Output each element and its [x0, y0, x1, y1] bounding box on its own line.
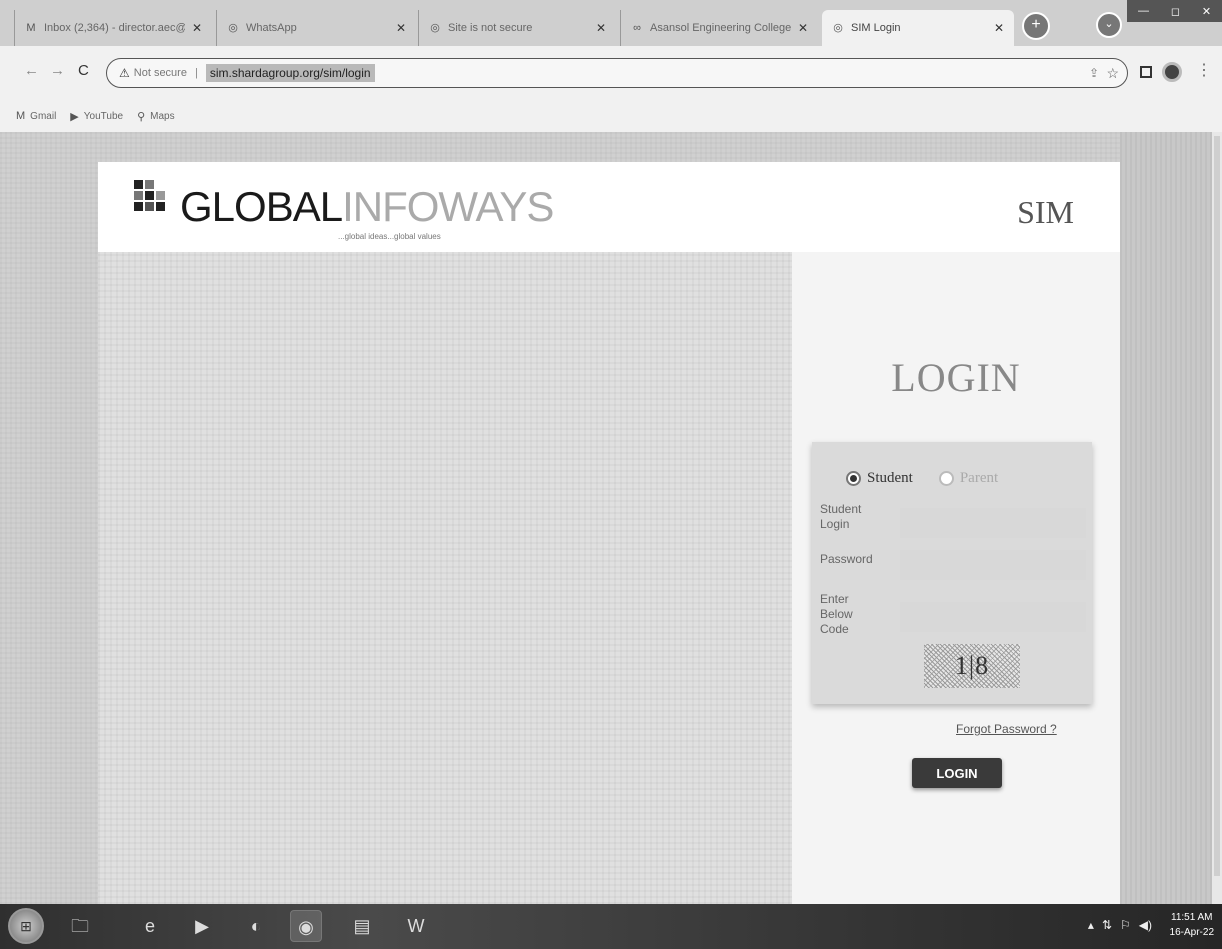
globalinfoways-logo-icon: [134, 180, 174, 216]
student-radio[interactable]: Student: [846, 470, 913, 487]
maximize-icon[interactable]: ◻: [1171, 5, 1180, 18]
login-panel: LOGIN Student Parent Student Login Passw…: [792, 252, 1120, 904]
close-icon[interactable]: ✕: [192, 21, 202, 35]
url-text[interactable]: sim.shardagroup.org/sim/login: [205, 64, 375, 82]
tab-asansol-engineering-college[interactable]: ∞ Asansol Engineering College i ✕: [620, 10, 818, 46]
profile-avatar[interactable]: [1162, 62, 1182, 82]
role-selector: Student Parent: [846, 470, 998, 487]
tab-title: Site is not secure: [448, 22, 533, 34]
captcha-input[interactable]: [900, 602, 1086, 632]
bookmark-maps[interactable]: ⚲ Maps: [137, 110, 175, 123]
tab-title: Inbox (2,364) - director.aec@: [44, 22, 185, 34]
gmail-icon: M: [26, 22, 36, 34]
clock-date: 16-Apr-22: [1169, 927, 1214, 938]
student-login-label: Student Login: [820, 502, 862, 531]
ie-icon[interactable]: e: [134, 910, 166, 942]
login-heading: LOGIN: [891, 355, 1021, 400]
explorer-icon[interactable]: 🗀: [64, 910, 96, 942]
action-center-flag-icon[interactable]: ⚐: [1120, 918, 1131, 932]
notepad-icon[interactable]: ▤: [346, 910, 378, 942]
bookmark-label: Gmail: [30, 110, 57, 122]
tab-title: SIM Login: [851, 22, 901, 34]
close-icon[interactable]: ✕: [798, 21, 808, 35]
close-icon[interactable]: ✕: [596, 21, 606, 35]
new-tab-button[interactable]: +: [1022, 12, 1050, 40]
login-button[interactable]: LOGIN: [912, 758, 1002, 788]
firefox-icon[interactable]: ◐: [240, 910, 272, 942]
forgot-password-link[interactable]: Forgot Password ?: [956, 722, 1057, 736]
network-icon[interactable]: ⇅: [1102, 918, 1112, 932]
bookmark-youtube[interactable]: ▶ YouTube: [70, 110, 123, 123]
clock-time: 11:51 AM: [1171, 912, 1213, 923]
student-radio-label: Student: [867, 470, 913, 486]
product-label: SIM: [1017, 194, 1074, 230]
taskbar-clock[interactable]: 11:51 AM 16-Apr-22: [1170, 910, 1214, 940]
media-player-icon[interactable]: ▶: [186, 910, 218, 942]
system-tray: ▴ ⇅ ⚐ ◀): [1088, 918, 1152, 932]
windows-taskbar: ⊞ 🗀 e ▶ ◐ ◉ ▤ W ▴ ⇅ ⚐ ◀) 11:51 AM 16-Apr…: [0, 904, 1222, 949]
bookmark-label: YouTube: [83, 110, 124, 122]
reload-icon[interactable]: C: [78, 62, 89, 79]
brand-wordmark: GLOBALINFOWAYS: [180, 183, 554, 230]
globe-icon: ◎: [430, 22, 440, 34]
captcha-label: Enter Below Code: [820, 592, 853, 636]
hero-banner: [98, 252, 792, 904]
browser-tab-strip: M Inbox (2,364) - director.aec@ ✕ ◎ What…: [0, 0, 1222, 46]
share-icon[interactable]: ⇪: [1089, 66, 1099, 80]
tab-whatsapp[interactable]: ◎ WhatsApp ✕: [216, 10, 416, 46]
scrollbar-thumb[interactable]: [1214, 136, 1220, 876]
college-icon: ∞: [633, 22, 641, 34]
close-icon[interactable]: ✕: [994, 21, 1004, 35]
bookmarks-bar: M Gmail ▶ YouTube ⚲ Maps: [0, 100, 1222, 132]
gmail-icon: M: [16, 110, 26, 122]
brand-bold: GLOBAL: [180, 183, 343, 230]
brand-light: INFOWAYS: [342, 183, 554, 230]
radio-checked-icon[interactable]: [846, 471, 861, 486]
start-button[interactable]: ⊞: [8, 908, 44, 944]
whatsapp-icon: ◎: [228, 22, 238, 34]
student-login-input[interactable]: [900, 508, 1086, 538]
chrome-icon[interactable]: ◉: [290, 910, 322, 942]
warning-icon[interactable]: ⚠: [119, 66, 130, 80]
separator: |: [194, 67, 198, 79]
back-icon[interactable]: ←: [24, 62, 39, 79]
brand-tagline: ...global ideas...global values: [338, 232, 441, 241]
password-label: Password: [820, 552, 873, 566]
close-icon[interactable]: ✕: [396, 21, 406, 35]
globe-icon: ◎: [833, 22, 843, 34]
maps-icon: ⚲: [137, 110, 146, 123]
bookmark-star-icon[interactable]: ☆: [1106, 65, 1119, 82]
parent-radio-label: Parent: [959, 470, 999, 486]
tab-search-button[interactable]: ⌄: [1096, 12, 1122, 38]
address-bar[interactable]: ⚠ Not secure | sim.shardagroup.org/sim/l…: [106, 58, 1128, 88]
close-window-icon[interactable]: ✕: [1202, 5, 1211, 18]
volume-icon[interactable]: ◀): [1139, 918, 1152, 932]
tab-title: WhatsApp: [246, 22, 297, 34]
captcha-image: 1|8: [924, 644, 1020, 688]
word-icon[interactable]: W: [400, 910, 432, 942]
page-margin-right: [1120, 132, 1212, 904]
site-header: GLOBALINFOWAYS ...global ideas...global …: [98, 162, 1120, 252]
page-scrollbar[interactable]: [1212, 132, 1222, 904]
bookmark-gmail[interactable]: M Gmail: [16, 110, 56, 122]
minimize-icon[interactable]: —: [1138, 5, 1149, 17]
login-form: Student Parent Student Login Password En…: [812, 442, 1092, 704]
side-panel-icon[interactable]: [1140, 66, 1152, 78]
tab-gmail-inbox[interactable]: M Inbox (2,364) - director.aec@ ✕: [14, 10, 212, 46]
show-hidden-icons-icon[interactable]: ▴: [1088, 918, 1094, 932]
browser-toolbar: ← → C ⚠ Not secure | sim.shardagroup.org…: [0, 46, 1222, 100]
forward-icon[interactable]: →: [50, 62, 65, 79]
security-status[interactable]: Not secure: [134, 67, 187, 79]
page-viewport: GLOBALINFOWAYS ...global ideas...global …: [0, 132, 1222, 904]
bookmark-label: Maps: [150, 110, 175, 122]
password-input[interactable]: [900, 550, 1086, 580]
radio-unchecked-icon[interactable]: [938, 471, 954, 486]
tab-sim-login[interactable]: ◎ SIM Login ✕: [822, 10, 1014, 46]
window-controls: — ◻ ✕: [1127, 0, 1222, 22]
tab-site-not-secure[interactable]: ◎ Site is not secure ✕: [418, 10, 616, 46]
tab-title: Asansol Engineering College i: [650, 22, 791, 34]
youtube-icon: ▶: [70, 110, 79, 123]
menu-kebab-icon[interactable]: ⋮: [1196, 60, 1212, 80]
parent-radio[interactable]: Parent: [938, 470, 999, 487]
